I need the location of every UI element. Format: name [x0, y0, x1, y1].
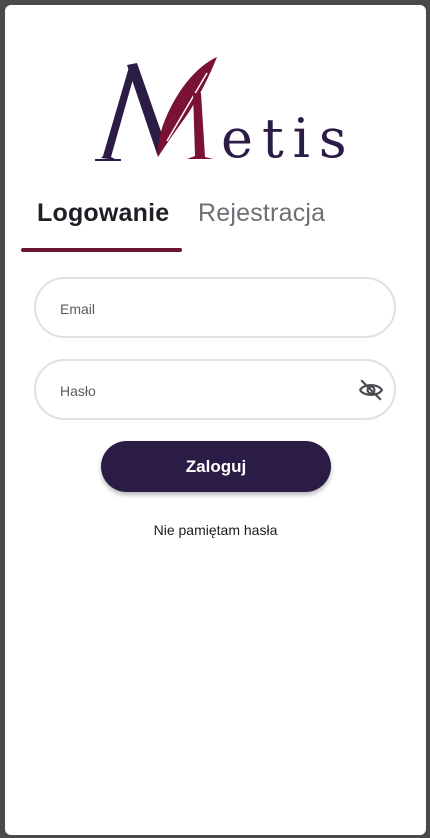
email-input[interactable] [58, 279, 352, 338]
logo-m-left-stroke [101, 65, 137, 160]
tab-login[interactable]: Logowanie [37, 199, 169, 228]
logo-wordmark: etis [221, 107, 350, 170]
eye-off-icon[interactable] [358, 377, 384, 403]
login-card: etis Logowanie Rejestracja Zaloguj Nie p… [5, 5, 426, 835]
active-tab-indicator [21, 248, 182, 252]
login-button[interactable]: Zaloguj [101, 441, 331, 492]
password-input[interactable] [58, 361, 352, 420]
email-field-container [34, 277, 396, 338]
forgot-password-link[interactable]: Nie pamiętam hasła [5, 522, 426, 538]
metis-logo: etis [95, 57, 350, 170]
auth-tabs: Logowanie Rejestracja [5, 185, 426, 255]
tab-register[interactable]: Rejestracja [198, 199, 325, 228]
password-field-container [34, 359, 396, 420]
